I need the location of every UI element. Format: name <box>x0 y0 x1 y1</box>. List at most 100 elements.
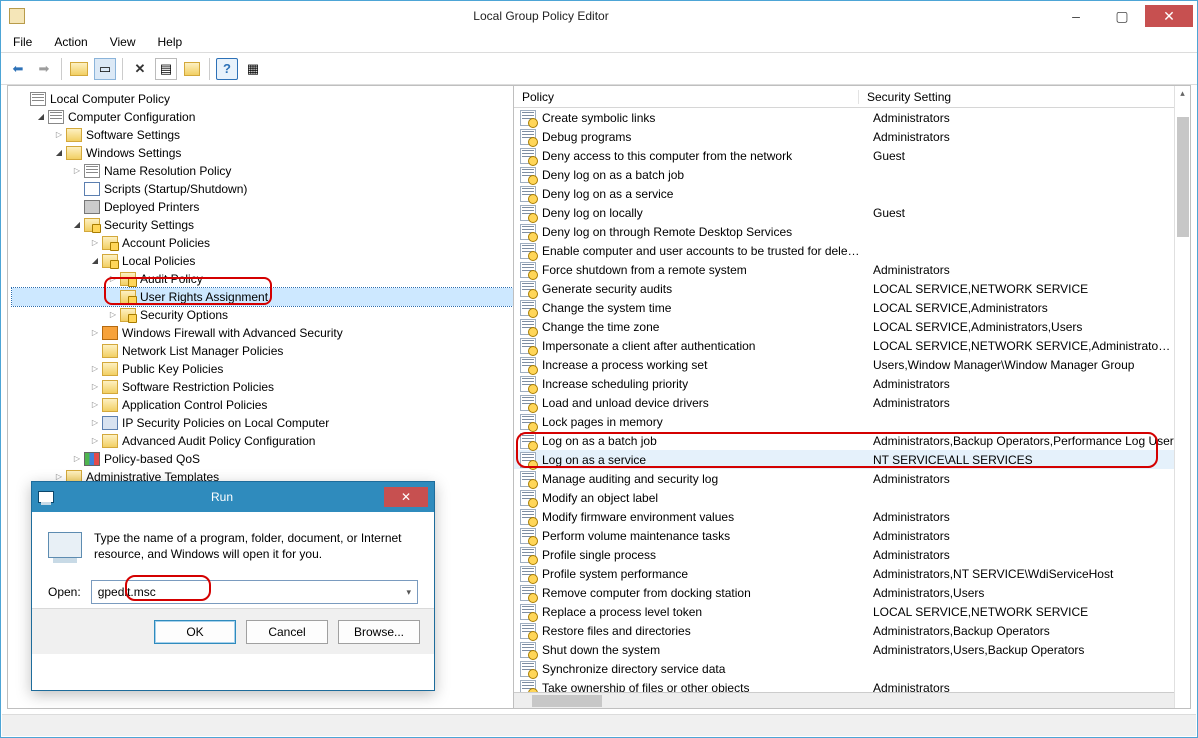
tree-expand-arrow[interactable] <box>90 359 100 378</box>
run-browse-button[interactable]: Browse... <box>338 620 420 644</box>
tree-item[interactable]: Account Policies <box>12 234 513 252</box>
tree-item[interactable]: Security Options <box>12 306 513 324</box>
tree-item[interactable]: Network List Manager Policies <box>12 342 513 360</box>
run-titlebar[interactable]: Run ✕ <box>32 482 434 512</box>
tree-item[interactable]: Local Computer Policy <box>12 90 513 108</box>
vertical-scrollbar[interactable]: ▴ <box>1174 86 1190 708</box>
table-row[interactable]: Lock pages in memory <box>514 412 1174 431</box>
table-row[interactable]: Deny log on locallyGuest <box>514 203 1174 222</box>
tree-expand-arrow[interactable] <box>90 395 100 414</box>
run-ok-button[interactable]: OK <box>154 620 236 644</box>
tree-expand-arrow[interactable] <box>90 377 100 396</box>
tree-expand-arrow[interactable] <box>54 125 64 144</box>
forward-button[interactable]: ➡ <box>33 58 55 80</box>
run-close-button[interactable]: ✕ <box>384 487 428 507</box>
list-body[interactable]: Create symbolic linksAdministratorsDebug… <box>514 108 1174 692</box>
table-row[interactable]: Replace a process level tokenLOCAL SERVI… <box>514 602 1174 621</box>
show-hide-tree-button[interactable]: ▭ <box>94 58 116 80</box>
tree-item[interactable]: Application Control Policies <box>12 396 513 414</box>
table-row[interactable]: Log on as a batch jobAdministrators,Back… <box>514 431 1174 450</box>
chevron-down-icon[interactable]: ▾ <box>406 587 411 598</box>
table-row[interactable]: Profile system performanceAdministrators… <box>514 564 1174 583</box>
run-cancel-button[interactable]: Cancel <box>246 620 328 644</box>
tree-expand-arrow[interactable] <box>54 143 64 162</box>
properties-button[interactable]: ▤ <box>155 58 177 80</box>
close-button[interactable]: ✕ <box>1145 5 1193 27</box>
tree-item[interactable]: IP Security Policies on Local Computer <box>12 414 513 432</box>
table-row[interactable]: Log on as a serviceNT SERVICE\ALL SERVIC… <box>514 450 1174 469</box>
security-setting-value: Guest <box>865 206 1174 220</box>
run-open-combobox[interactable]: gpedit.msc ▾ <box>91 580 418 604</box>
table-row[interactable]: Enable computer and user accounts to be … <box>514 241 1174 260</box>
table-row[interactable]: Perform volume maintenance tasksAdminist… <box>514 526 1174 545</box>
tree-item[interactable]: Computer Configuration <box>12 108 513 126</box>
table-row[interactable]: Deny log on as a service <box>514 184 1174 203</box>
refresh-button[interactable]: ▦ <box>242 58 264 80</box>
tree-expand-arrow[interactable] <box>108 305 118 324</box>
tree-item[interactable]: User Rights Assignment <box>12 288 513 306</box>
tree-expand-arrow[interactable] <box>72 161 82 180</box>
help-button[interactable]: ? <box>216 58 238 80</box>
delete-button[interactable]: ✕ <box>129 58 151 80</box>
table-row[interactable]: Modify an object label <box>514 488 1174 507</box>
column-security-setting[interactable]: Security Setting <box>859 90 1174 104</box>
tree-item[interactable]: Advanced Audit Policy Configuration <box>12 432 513 450</box>
tree-item[interactable]: Software Restriction Policies <box>12 378 513 396</box>
table-row[interactable]: Increase scheduling priorityAdministrato… <box>514 374 1174 393</box>
table-row[interactable]: Generate security auditsLOCAL SERVICE,NE… <box>514 279 1174 298</box>
table-row[interactable]: Manage auditing and security logAdminist… <box>514 469 1174 488</box>
up-button[interactable] <box>68 58 90 80</box>
tree-expand-arrow[interactable] <box>72 215 82 234</box>
table-row[interactable]: Deny log on through Remote Desktop Servi… <box>514 222 1174 241</box>
tree-expand-arrow[interactable] <box>90 251 100 270</box>
tree-item-label: Windows Firewall with Advanced Security <box>122 324 343 342</box>
tree-item[interactable]: Deployed Printers <box>12 198 513 216</box>
tree-item[interactable]: Name Resolution Policy <box>12 162 513 180</box>
menu-action[interactable]: Action <box>48 33 93 51</box>
table-row[interactable]: Modify firmware environment valuesAdmini… <box>514 507 1174 526</box>
maximize-button[interactable]: ▢ <box>1099 5 1145 27</box>
tree-expand-arrow[interactable] <box>108 269 118 288</box>
tree-item[interactable]: Local Policies <box>12 252 513 270</box>
horizontal-scrollbar[interactable] <box>514 692 1174 708</box>
table-row[interactable]: Deny log on as a batch job <box>514 165 1174 184</box>
table-row[interactable]: Create symbolic linksAdministrators <box>514 108 1174 127</box>
back-button[interactable]: ⬅ <box>7 58 29 80</box>
table-row[interactable]: Increase a process working setUsers,Wind… <box>514 355 1174 374</box>
policy-name: Restore files and directories <box>542 624 865 638</box>
table-row[interactable]: Shut down the systemAdministrators,Users… <box>514 640 1174 659</box>
table-row[interactable]: Take ownership of files or other objects… <box>514 678 1174 692</box>
tree-item[interactable]: Windows Firewall with Advanced Security <box>12 324 513 342</box>
menu-view[interactable]: View <box>104 33 142 51</box>
table-row[interactable]: Synchronize directory service data <box>514 659 1174 678</box>
tree-item[interactable]: Scripts (Startup/Shutdown) <box>12 180 513 198</box>
list-header[interactable]: Policy Security Setting <box>514 86 1174 108</box>
menu-file[interactable]: File <box>7 33 38 51</box>
tree-expand-arrow[interactable] <box>90 323 100 342</box>
tree-expand-arrow[interactable] <box>90 233 100 252</box>
table-row[interactable]: Force shutdown from a remote systemAdmin… <box>514 260 1174 279</box>
export-button[interactable] <box>181 58 203 80</box>
table-row[interactable]: Impersonate a client after authenticatio… <box>514 336 1174 355</box>
tree-item[interactable]: Windows Settings <box>12 144 513 162</box>
table-row[interactable]: Restore files and directoriesAdministrat… <box>514 621 1174 640</box>
tree-expand-arrow[interactable] <box>72 449 82 468</box>
menu-help[interactable]: Help <box>152 33 189 51</box>
table-row[interactable]: Change the time zoneLOCAL SERVICE,Admini… <box>514 317 1174 336</box>
tree-expand-arrow[interactable] <box>36 107 46 126</box>
tree-expand-arrow[interactable] <box>90 413 100 432</box>
tree-item[interactable]: Audit Policy <box>12 270 513 288</box>
column-policy[interactable]: Policy <box>514 90 859 104</box>
tree-item[interactable]: Public Key Policies <box>12 360 513 378</box>
table-row[interactable]: Load and unload device driversAdministra… <box>514 393 1174 412</box>
tree-item[interactable]: Software Settings <box>12 126 513 144</box>
tree-expand-arrow[interactable] <box>90 431 100 450</box>
table-row[interactable]: Change the system timeLOCAL SERVICE,Admi… <box>514 298 1174 317</box>
table-row[interactable]: Remove computer from docking stationAdmi… <box>514 583 1174 602</box>
table-row[interactable]: Profile single processAdministrators <box>514 545 1174 564</box>
table-row[interactable]: Debug programsAdministrators <box>514 127 1174 146</box>
tree-item[interactable]: Security Settings <box>12 216 513 234</box>
minimize-button[interactable]: – <box>1053 5 1099 27</box>
tree-item[interactable]: Policy-based QoS <box>12 450 513 468</box>
table-row[interactable]: Deny access to this computer from the ne… <box>514 146 1174 165</box>
